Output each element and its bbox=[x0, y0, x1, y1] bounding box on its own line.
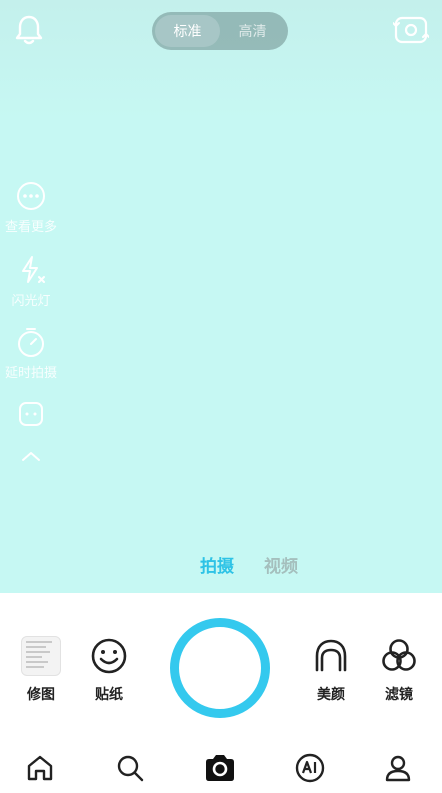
timer-label: 延时拍摄 bbox=[4, 366, 57, 381]
gallery-thumbnail bbox=[21, 636, 61, 676]
collapse-tool[interactable] bbox=[0, 448, 62, 464]
edit-photo-label: 修图 bbox=[27, 687, 55, 703]
flash-label: 闪光灯 bbox=[11, 294, 51, 309]
more-icon bbox=[17, 182, 45, 210]
home-icon bbox=[27, 755, 53, 781]
timer-icon bbox=[18, 328, 44, 357]
shutter-button[interactable] bbox=[170, 618, 270, 718]
sticker-label: 贴纸 bbox=[95, 687, 123, 703]
camera-viewfinder[interactable] bbox=[0, 0, 442, 593]
beauty-button[interactable]: 美颜 bbox=[300, 636, 362, 704]
quality-hd-option[interactable]: 高清 bbox=[220, 15, 285, 47]
ratio-tool[interactable] bbox=[0, 400, 62, 428]
ai-icon bbox=[295, 753, 325, 783]
mode-tabs: 拍摄 视频 bbox=[200, 552, 298, 577]
beauty-label: 美颜 bbox=[317, 687, 345, 703]
profile-icon bbox=[385, 755, 411, 782]
sticker-button[interactable]: 贴纸 bbox=[78, 636, 140, 704]
filter-button[interactable]: 滤镜 bbox=[368, 636, 430, 704]
filter-label: 滤镜 bbox=[385, 687, 413, 703]
ratio-icon bbox=[19, 402, 43, 426]
quality-toggle[interactable]: 标准 高清 bbox=[152, 12, 288, 50]
camera-icon bbox=[206, 755, 234, 781]
nav-search[interactable] bbox=[110, 748, 150, 788]
nav-home[interactable] bbox=[20, 748, 60, 788]
more-tool[interactable]: 查看更多 bbox=[0, 180, 62, 235]
bell-icon[interactable] bbox=[14, 14, 44, 46]
more-label: 查看更多 bbox=[4, 220, 57, 235]
filter-icon bbox=[382, 639, 416, 671]
flash-tool[interactable]: 闪光灯 bbox=[0, 254, 62, 309]
nav-ai[interactable] bbox=[290, 748, 330, 788]
flash-off-icon bbox=[22, 256, 45, 283]
bottom-nav bbox=[0, 748, 442, 788]
beauty-face-icon bbox=[315, 639, 347, 672]
tab-photo[interactable]: 拍摄 bbox=[200, 552, 234, 577]
chevron-up-icon bbox=[22, 452, 40, 461]
timer-tool[interactable]: 延时拍摄 bbox=[0, 326, 62, 381]
smiley-icon bbox=[91, 638, 127, 674]
flip-camera-icon[interactable] bbox=[392, 12, 430, 48]
edit-photo-button[interactable]: 修图 bbox=[10, 636, 72, 704]
search-icon bbox=[117, 755, 144, 782]
tab-video[interactable]: 视频 bbox=[264, 552, 298, 577]
nav-profile[interactable] bbox=[378, 748, 418, 788]
quality-standard-option[interactable]: 标准 bbox=[155, 15, 220, 47]
nav-camera[interactable] bbox=[200, 748, 240, 788]
